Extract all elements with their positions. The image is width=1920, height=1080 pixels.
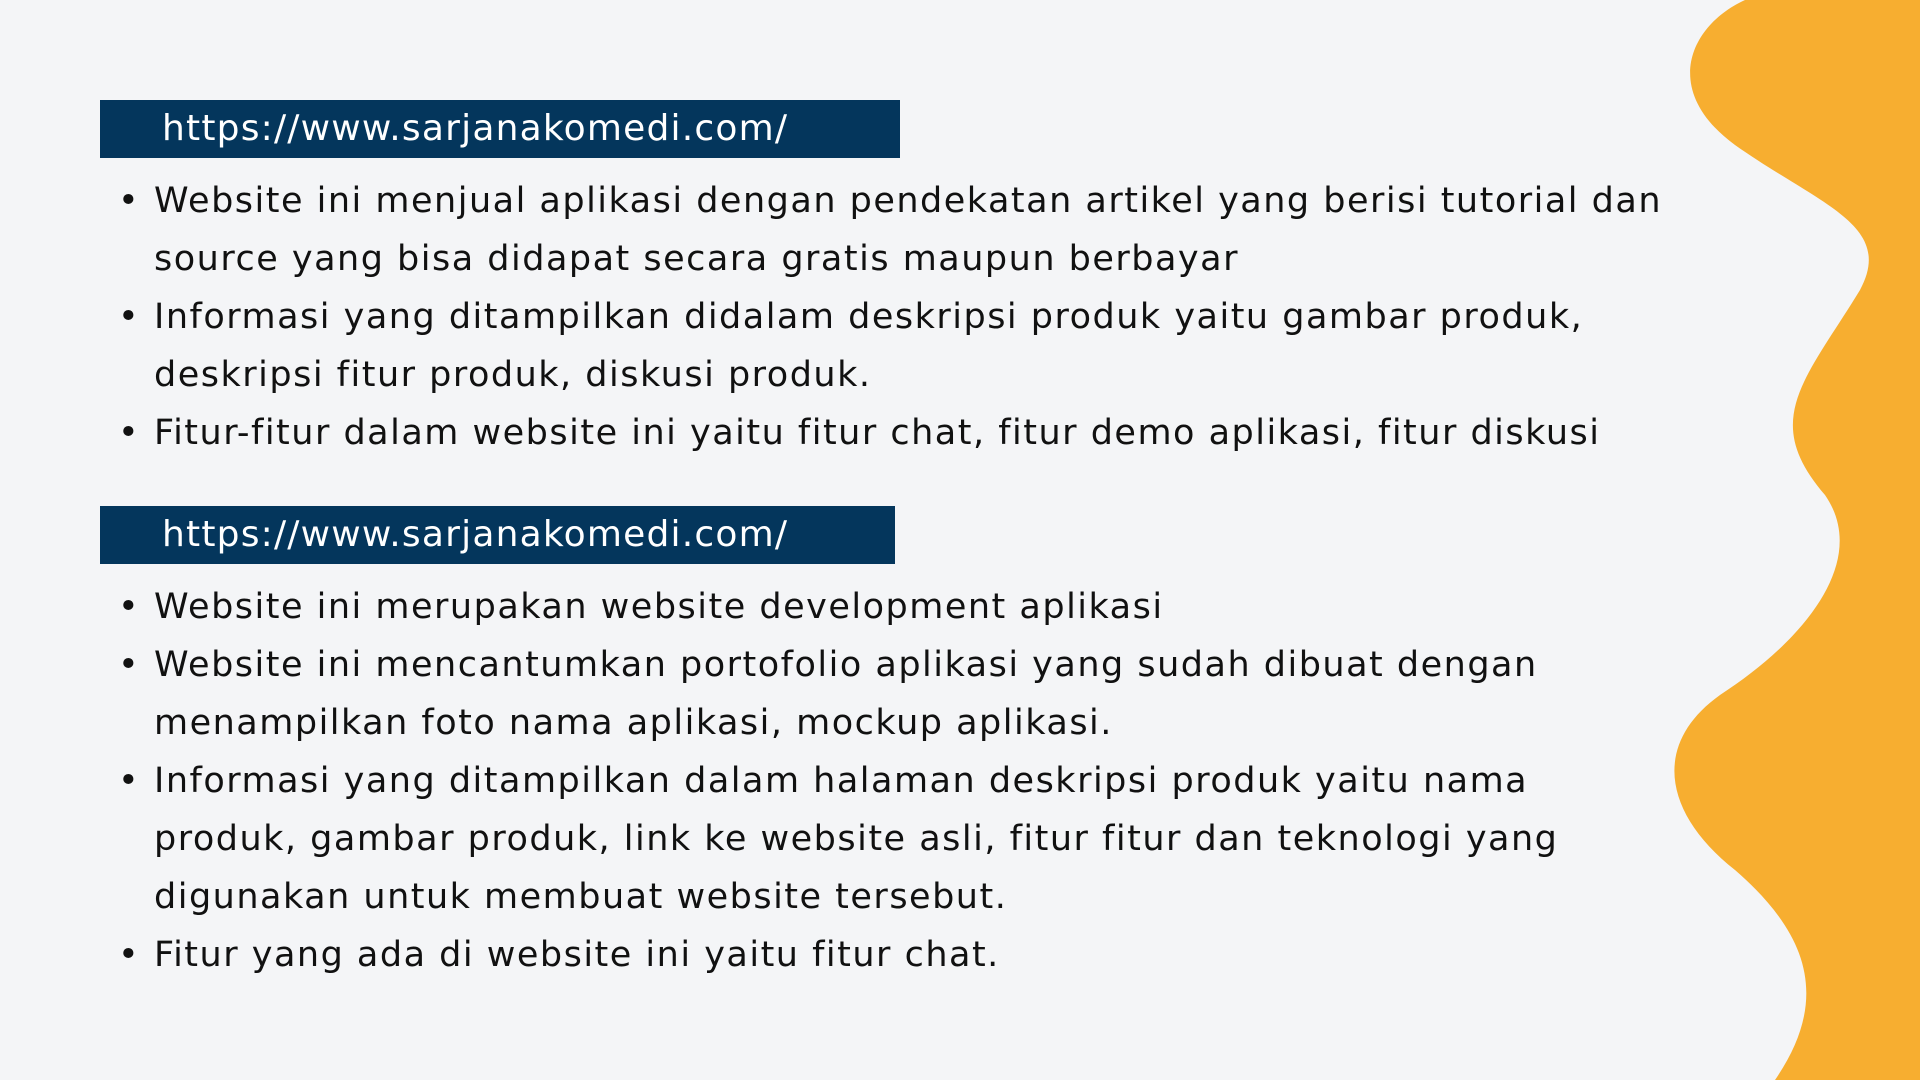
list-item: Website ini merupakan website developmen…: [100, 578, 1680, 636]
list-item: Informasi yang ditampilkan dalam halaman…: [100, 752, 1680, 926]
bullet-list: Website ini menjual aplikasi dengan pend…: [100, 172, 1680, 462]
list-item: Website ini menjual aplikasi dengan pend…: [100, 172, 1680, 288]
section-2: https://www.sarjanakomedi.com/ Website i…: [100, 506, 1680, 984]
content-area: https://www.sarjanakomedi.com/ Website i…: [100, 100, 1680, 984]
bullet-list: Website ini merupakan website developmen…: [100, 578, 1680, 984]
url-banner: https://www.sarjanakomedi.com/: [100, 506, 895, 564]
list-item: Fitur-fitur dalam website ini yaitu fitu…: [100, 404, 1680, 462]
list-item: Website ini mencantumkan portofolio apli…: [100, 636, 1680, 752]
url-banner: https://www.sarjanakomedi.com/: [100, 100, 900, 158]
list-item: Fitur yang ada di website ini yaitu fitu…: [100, 926, 1680, 984]
section-1: https://www.sarjanakomedi.com/ Website i…: [100, 100, 1680, 462]
orange-wave-shape: [1674, 0, 1920, 1080]
list-item: Informasi yang ditampilkan didalam deskr…: [100, 288, 1680, 404]
